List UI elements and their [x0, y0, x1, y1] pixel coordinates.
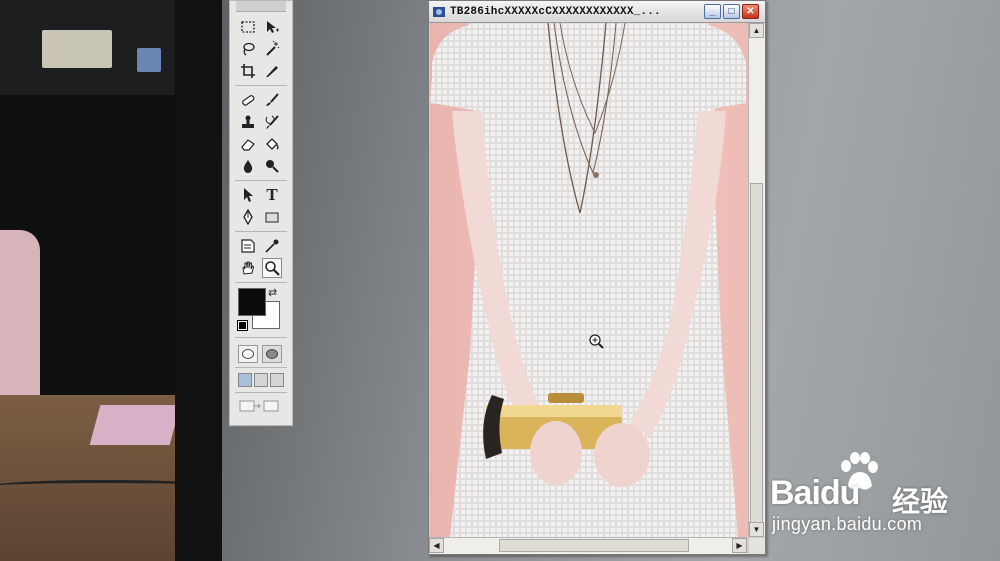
full-screen-menu-mode-button[interactable] — [254, 373, 268, 387]
type-icon[interactable]: T — [262, 185, 282, 205]
dodge-icon[interactable] — [262, 156, 282, 176]
crop-icon[interactable] — [238, 61, 258, 81]
swap-colors-icon[interactable]: ⇄ — [268, 286, 277, 299]
close-icon: ✕ — [746, 6, 755, 17]
scroll-up-icon: ▲ — [752, 26, 761, 35]
vertical-scrollbar[interactable]: ▲ ▼ — [748, 23, 765, 537]
toolbox-divider — [235, 85, 287, 86]
scroll-right-button[interactable]: ▶ — [732, 538, 747, 553]
minimize-button[interactable]: _ — [704, 4, 721, 19]
history-brush-icon[interactable] — [262, 112, 282, 132]
quick-mask-icon — [266, 349, 278, 359]
minimize-icon: _ — [709, 6, 716, 17]
quick-mask-mode-button[interactable] — [262, 345, 282, 363]
scroll-down-icon: ▼ — [752, 525, 761, 534]
standard-screen-mode-button[interactable] — [238, 373, 252, 387]
hand-icon[interactable] — [238, 258, 258, 278]
vertical-scroll-thumb[interactable] — [750, 183, 763, 523]
tools-palette[interactable]: T ⇄ — [229, 0, 293, 426]
clone-stamp-icon[interactable] — [238, 112, 258, 132]
brush-icon[interactable] — [262, 90, 282, 110]
scroll-up-button[interactable]: ▲ — [749, 23, 764, 38]
eyedropper-icon[interactable] — [262, 236, 282, 256]
toolbox-divider — [235, 392, 287, 393]
healing-brush-icon[interactable] — [238, 90, 258, 110]
slice-icon[interactable] — [262, 61, 282, 81]
watermark-url: jingyan.baidu.com — [772, 514, 923, 534]
scroll-left-button[interactable]: ◀ — [429, 538, 444, 553]
standard-mode-icon — [242, 349, 254, 359]
close-button[interactable]: ✕ — [742, 4, 759, 19]
window-title: TB286ihcXXXXXcCXXXXXXXXXXXX_... — [450, 5, 661, 18]
toolbox-divider — [235, 282, 287, 283]
default-colors-icon[interactable] — [237, 320, 248, 331]
toolbox-divider — [235, 180, 287, 181]
scroll-left-icon: ◀ — [433, 541, 440, 550]
palette-header[interactable] — [236, 1, 286, 12]
jump-to-imageready-button[interactable] — [238, 398, 282, 414]
monitor-bezel — [175, 0, 223, 561]
standard-mode-button[interactable] — [238, 345, 258, 363]
window-titlebar[interactable]: TB286ihcXXXXXcCXXXXXXXXXXXX_... _ □ ✕ — [429, 1, 765, 23]
path-selection-icon[interactable] — [238, 185, 258, 205]
toolbox-divider — [235, 231, 287, 232]
notes-icon[interactable] — [238, 236, 258, 256]
foreground-color-swatch[interactable] — [238, 288, 266, 316]
toolbox-divider — [235, 367, 287, 368]
marquee-icon[interactable] — [238, 17, 258, 37]
product-photo — [430, 23, 746, 537]
resize-grip[interactable] — [749, 538, 765, 554]
horizontal-scrollbar[interactable]: ◀ ▶ — [429, 537, 747, 554]
pink-object — [0, 230, 40, 420]
rectangle-icon[interactable] — [262, 207, 282, 227]
horizontal-scroll-thumb[interactable] — [499, 539, 689, 552]
magic-wand-icon[interactable] — [262, 39, 282, 59]
paint-bucket-icon[interactable] — [262, 134, 282, 154]
blur-icon[interactable] — [238, 156, 258, 176]
baidu-watermark: Baidu 经验 jingyan.baidu.com — [768, 452, 988, 542]
image-canvas[interactable] — [430, 23, 748, 537]
eraser-icon[interactable] — [238, 134, 258, 154]
image-window[interactable]: TB286ihcXXXXXcCXXXXXXXXXXXX_... _ □ ✕ ▲ … — [428, 0, 766, 555]
document-icon — [432, 5, 446, 19]
full-screen-mode-button[interactable] — [270, 373, 284, 387]
jump-to-icon — [239, 400, 279, 412]
baidu-brand: Baidu — [770, 474, 860, 512]
case-sticker — [42, 30, 112, 68]
desk-paper — [89, 405, 181, 445]
scroll-right-icon: ▶ — [736, 541, 743, 550]
maximize-icon: □ — [728, 6, 735, 17]
lasso-icon[interactable] — [238, 39, 258, 59]
maximize-button[interactable]: □ — [723, 4, 740, 19]
move-icon[interactable] — [262, 17, 282, 37]
type-tool-glyph: T — [266, 185, 278, 204]
scroll-down-button[interactable]: ▼ — [749, 522, 764, 537]
toolbox-divider — [235, 337, 287, 338]
zoom-icon[interactable] — [262, 258, 282, 278]
pen-icon[interactable] — [238, 207, 258, 227]
case-badge — [137, 48, 161, 72]
